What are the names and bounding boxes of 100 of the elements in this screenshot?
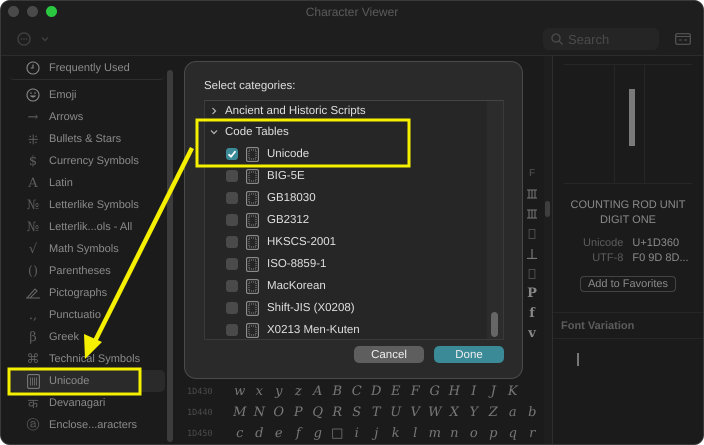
zoom-button[interactable]: [46, 6, 57, 17]
character-cell[interactable]: N: [250, 405, 269, 420]
scrollbar[interactable]: [545, 201, 550, 217]
character-cell[interactable]: r: [522, 426, 542, 441]
sidebar-item[interactable]: Pictographs: [9, 282, 165, 304]
character-cell[interactable]: e: [269, 426, 288, 441]
character-cell[interactable]: f: [288, 426, 308, 441]
chevron-down-icon[interactable]: [210, 128, 218, 136]
character-cell[interactable]: g: [308, 426, 328, 441]
character-cell[interactable]: R: [328, 405, 347, 420]
character-cell[interactable]: K: [503, 384, 522, 399]
category-label: Unicode: [267, 148, 310, 160]
character-cell[interactable]: n: [444, 426, 464, 441]
sidebar-item[interactable]: ., Punctuatio: [9, 304, 165, 326]
character-cell[interactable]: G: [425, 384, 444, 399]
sidebar-item[interactable]: → Arrows: [9, 106, 165, 128]
sidebar-item[interactable]: β Greek: [9, 326, 165, 348]
sidebar-item[interactable]: ⌘ Technical Symbols: [9, 348, 165, 370]
character-cell[interactable]: I: [464, 384, 484, 399]
chevron-right-icon[interactable]: [210, 107, 218, 115]
sidebar-item[interactable]: Frequently Used: [9, 56, 165, 80]
character-cell[interactable]: U: [386, 405, 406, 420]
checkbox[interactable]: [226, 214, 238, 226]
sidebar-item[interactable]: № Letterlike Symbols: [9, 194, 165, 216]
character-cell[interactable]: C: [347, 384, 366, 399]
character-cell[interactable]: j: [366, 426, 386, 441]
checkbox[interactable]: [226, 236, 238, 248]
done-button[interactable]: Done: [434, 346, 504, 363]
character-cell[interactable]: X: [444, 405, 464, 420]
sidebar-item[interactable]: № Letterlik...ols - All: [9, 216, 165, 238]
tack-icon[interactable]: [527, 249, 537, 259]
checkbox[interactable]: [226, 170, 238, 182]
sidebar-item[interactable]: $ Currency Symbols: [9, 150, 165, 172]
character-cell[interactable]: V: [406, 405, 425, 420]
character-cell[interactable]: i: [347, 426, 366, 441]
character-cell[interactable]: c: [230, 426, 250, 441]
category-group[interactable]: Code Tables: [210, 121, 293, 143]
sidebar-item[interactable]: () Parentheses: [9, 260, 165, 282]
character-cell[interactable]: P: [527, 284, 537, 304]
window-icon[interactable]: [675, 33, 691, 45]
character-cell[interactable]: b: [522, 405, 542, 420]
character-cell[interactable]: □: [328, 426, 347, 441]
rods-icon[interactable]: [527, 209, 537, 219]
rods-icon[interactable]: [527, 189, 537, 199]
character-cell[interactable]: x: [250, 384, 269, 399]
character-cell[interactable]: l: [406, 426, 425, 441]
character-cell[interactable]: H: [444, 384, 464, 399]
character-cell[interactable]: v: [528, 324, 536, 344]
checkbox[interactable]: [226, 148, 238, 160]
sidebar-item[interactable]: A Latin: [9, 172, 165, 194]
character-cell[interactable]: o: [464, 426, 484, 441]
character-cell[interactable]: E: [386, 384, 406, 399]
character-cell[interactable]: T: [366, 405, 386, 420]
character-cell[interactable]: k: [386, 426, 406, 441]
character-cell[interactable]: d: [250, 426, 269, 441]
cancel-button[interactable]: Cancel: [354, 346, 424, 363]
character-cell[interactable]: a: [503, 405, 522, 420]
checkbox[interactable]: [226, 302, 238, 314]
grid-icon: [26, 374, 40, 388]
character-cell[interactable]: J: [484, 384, 503, 399]
sidebar-item[interactable]: Emoji: [9, 84, 165, 106]
sidebar-item[interactable]: √ Math Symbols: [9, 238, 165, 260]
character-cell[interactable]: f: [529, 304, 535, 324]
missing-glyph-icon[interactable]: [528, 229, 536, 239]
character-cell[interactable]: Y: [464, 405, 484, 420]
close-button[interactable]: [8, 6, 19, 17]
character-cell[interactable]: m: [425, 426, 444, 441]
character-cell[interactable]: M: [230, 405, 250, 420]
checkbox[interactable]: [226, 280, 238, 292]
character-cell[interactable]: O: [269, 405, 288, 420]
sidebar-item[interactable]: ⁜ Bullets & Stars: [9, 128, 165, 150]
table-icon: [246, 322, 259, 338]
character-cell[interactable]: w: [230, 384, 250, 399]
action-menu-icon[interactable]: [17, 32, 51, 46]
category-group[interactable]: Ancient and Historic Scripts: [210, 101, 370, 121]
sidebar-item[interactable]: क Devanagari: [9, 392, 165, 414]
checkbox[interactable]: [226, 324, 238, 336]
missing-glyph-icon[interactable]: [528, 269, 536, 279]
character-cell[interactable]: B: [328, 384, 347, 399]
character-cell[interactable]: P: [288, 405, 308, 420]
character-cell[interactable]: p: [484, 426, 503, 441]
character-cell[interactable]: y: [269, 384, 288, 399]
character-cell[interactable]: W: [425, 405, 444, 420]
character-cell[interactable]: Q: [308, 405, 328, 420]
scrollbar[interactable]: [491, 312, 498, 337]
character-cell[interactable]: q: [503, 426, 522, 441]
category-icon: β: [29, 330, 37, 344]
sidebar-item[interactable]: ⓐ Enclose...aracters: [9, 414, 165, 436]
character-cell[interactable]: z: [288, 384, 308, 399]
character-cell[interactable]: A: [308, 384, 328, 399]
character-cell[interactable]: D: [366, 384, 386, 399]
sidebar-item[interactable]: Unicode: [9, 370, 165, 392]
add-to-favorites-button[interactable]: Add to Favorites: [580, 276, 676, 292]
checkbox[interactable]: [226, 258, 238, 270]
scrollbar[interactable]: [167, 70, 173, 442]
character-cell[interactable]: Z: [484, 405, 503, 420]
minimize-button[interactable]: [27, 6, 38, 17]
character-cell[interactable]: S: [347, 405, 366, 420]
checkbox[interactable]: [226, 192, 238, 204]
character-cell[interactable]: F: [406, 384, 425, 399]
